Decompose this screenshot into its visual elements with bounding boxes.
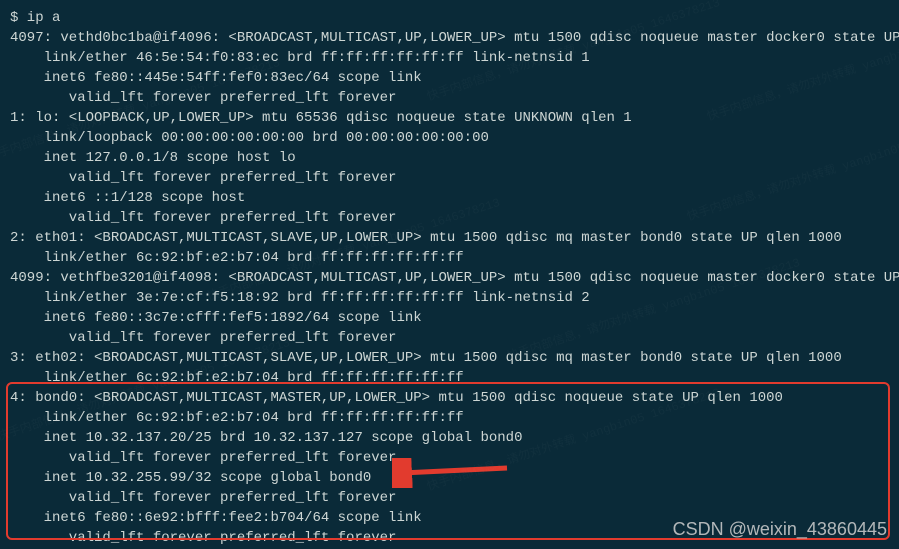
output-line: 4097: vethd0bc1ba@if4096: <BROADCAST,MUL… [10, 28, 889, 48]
output-line: 1: lo: <LOOPBACK,UP,LOWER_UP> mtu 65536 … [10, 108, 889, 128]
output-line: valid_lft forever preferred_lft forever [10, 488, 889, 508]
output-line: valid_lft forever preferred_lft forever [10, 168, 889, 188]
output-line: inet 10.32.137.20/25 brd 10.32.137.127 s… [10, 428, 889, 448]
output-line: link/loopback 00:00:00:00:00:00 brd 00:0… [10, 128, 889, 148]
output-line: inet 10.32.255.99/32 scope global bond0 [10, 468, 889, 488]
output-line: link/ether 6c:92:bf:e2:b7:04 brd ff:ff:f… [10, 408, 889, 428]
output-line: valid_lft forever preferred_lft forever [10, 88, 889, 108]
terminal-output: $ ip a 4097: vethd0bc1ba@if4096: <BROADC… [10, 8, 889, 548]
output-line: valid_lft forever preferred_lft forever [10, 208, 889, 228]
output-line: link/ether 3e:7e:cf:f5:18:92 brd ff:ff:f… [10, 288, 889, 308]
output-line: 4099: vethfbe3201@if4098: <BROADCAST,MUL… [10, 268, 889, 288]
output-line: 4: bond0: <BROADCAST,MULTICAST,MASTER,UP… [10, 388, 889, 408]
output-line: valid_lft forever preferred_lft forever [10, 328, 889, 348]
output-line: inet6 fe80::6e92:bfff:fee2:b704/64 scope… [10, 508, 889, 528]
output-line: link/ether 46:5e:54:f0:83:ec brd ff:ff:f… [10, 48, 889, 68]
output-line: valid_lft forever preferred_lft forever [10, 448, 889, 468]
output-line: link/ether 6c:92:bf:e2:b7:04 brd ff:ff:f… [10, 368, 889, 388]
output-line: inet6 fe80::445e:54ff:fef0:83ec/64 scope… [10, 68, 889, 88]
output-line: inet6 fe80::3c7e:cfff:fef5:1892/64 scope… [10, 308, 889, 328]
output-line: 3: eth02: <BROADCAST,MULTICAST,SLAVE,UP,… [10, 348, 889, 368]
output-line: inet 127.0.0.1/8 scope host lo [10, 148, 889, 168]
output-line: inet6 ::1/128 scope host [10, 188, 889, 208]
output-line: valid_lft forever preferred_lft forever [10, 528, 889, 548]
output-line: 2: eth01: <BROADCAST,MULTICAST,SLAVE,UP,… [10, 228, 889, 248]
command-line: $ ip a [10, 8, 889, 28]
output-line: link/ether 6c:92:bf:e2:b7:04 brd ff:ff:f… [10, 248, 889, 268]
